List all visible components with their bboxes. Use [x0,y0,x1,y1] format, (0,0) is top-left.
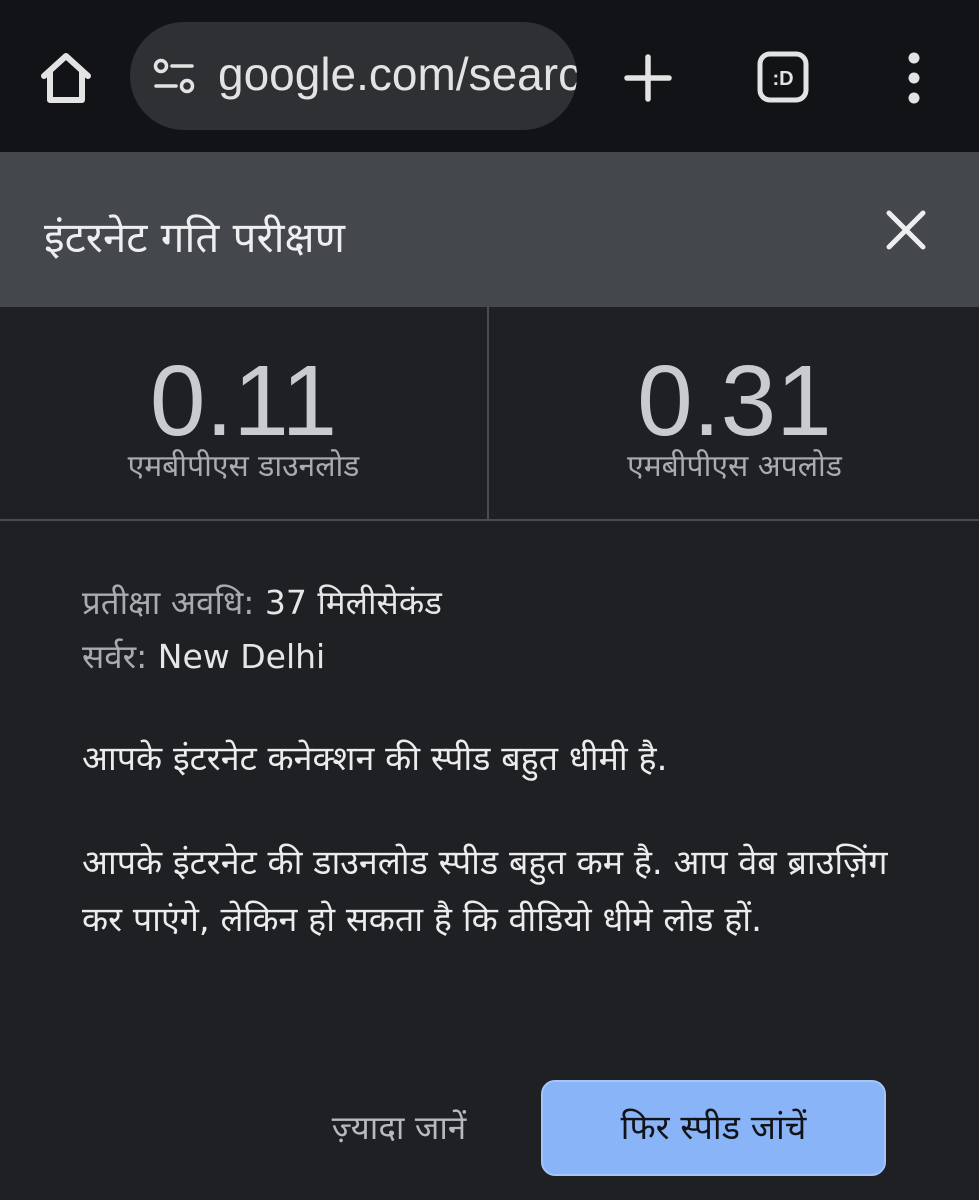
url-text[interactable]: google.com/searc [218,44,577,104]
new-tab-button[interactable] [620,50,676,106]
speed-detail-message: आपके इंटरनेट की डाउनलोड स्पीड बहुत कम है… [82,843,888,940]
tab-switcher-icon: :D [757,51,809,103]
upload-value: 0.31 [637,345,832,457]
latency-label: प्रतीक्षा अवधि: [82,583,255,622]
tab-count-text: :D [772,68,793,90]
home-icon [41,53,91,103]
speed-test-header: इंटरनेट गति परीक्षण [0,152,979,307]
server-value: New Delhi [157,637,326,676]
server-line: सर्वर: New Delhi [82,634,325,680]
speed-summary-message: आपके इंटरनेट कनेक्शन की स्पीड बहुत धीमी … [82,739,668,779]
tune-icon[interactable] [152,58,196,94]
speed-results: 0.11 एमबीपीएस डाउनलोड 0.31 एमबीपीएस अपलो… [0,307,979,521]
download-label: एमबीपीएस डाउनलोड [127,449,360,484]
learn-more-link[interactable]: ज़्यादा जानें [306,1100,492,1156]
panel-title: इंटरनेट गति परीक्षण [44,213,346,262]
browser-toolbar: google.com/searc :D [0,0,979,152]
close-button[interactable] [880,204,932,256]
retest-speed-button[interactable]: फिर स्पीड जांचें [541,1080,886,1176]
upload-label: एमबीपीएस अपलोड [627,449,842,484]
tab-switcher-button[interactable]: :D [756,50,810,104]
address-bar[interactable]: google.com/searc [130,22,577,130]
latency-line: प्रतीक्षा अवधि: 37 मिलीसेकंड [82,580,442,626]
download-stat: 0.11 एमबीपीएस डाउनलोड [0,307,489,519]
server-label: सर्वर: [82,637,148,676]
more-vert-icon [908,52,920,104]
close-icon [886,210,926,250]
upload-stat: 0.31 एमबीपीएस अपलोड [490,307,979,519]
latency-value: 37 मिलीसेकंड [264,583,442,622]
home-button[interactable] [36,48,96,108]
download-value: 0.11 [149,345,338,457]
plus-icon [624,54,672,102]
more-options-button[interactable] [896,48,932,108]
